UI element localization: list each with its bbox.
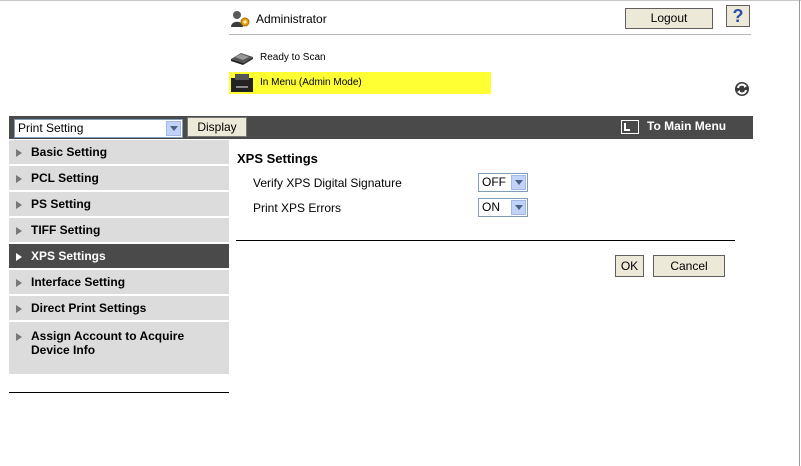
triangle-right-icon [16,253,22,261]
sidebar-item-xps-settings[interactable]: XPS Settings [9,244,229,270]
cancel-button[interactable]: Cancel [653,255,725,277]
verify-signature-value: OFF [482,175,506,189]
sidebar-item-ps-setting[interactable]: PS Setting [9,192,229,218]
verify-signature-select[interactable]: OFF [478,173,528,192]
refresh-icon[interactable] [734,81,750,97]
sidebar-item-label: PCL Setting [31,171,99,185]
logout-button[interactable]: Logout [625,8,713,29]
administrator-label: Administrator [256,12,327,26]
triangle-right-icon [16,201,22,209]
triangle-right-icon [16,279,22,287]
display-button[interactable]: Display [187,117,247,137]
sidebar-item-assign-account[interactable]: Assign Account to Acquire Device Info [9,322,229,376]
triangle-right-icon [16,175,22,183]
content-divider [236,240,735,241]
scanner-icon [231,53,253,65]
header-divider [229,34,751,35]
frame-right-border [799,0,800,466]
sidebar-item-label: PS Setting [31,197,92,211]
sidebar-item-basic-setting[interactable]: Basic Setting [9,140,229,166]
sidebar-item-label: XPS Settings [31,249,106,263]
status-mode-text: In Menu (Admin Mode) [260,77,362,88]
verify-signature-label: Verify XPS Digital Signature [253,176,402,190]
triangle-right-icon [16,333,22,341]
sidebar: Basic Setting PCL Setting PS Setting TIF… [9,140,229,376]
sidebar-item-label: Assign Account to Acquire Device Info [31,329,185,357]
mode-select-value: Print Setting [18,121,84,135]
sidebar-item-direct-print-settings[interactable]: Direct Print Settings [9,296,229,322]
help-button[interactable]: ? [726,5,750,27]
sidebar-item-label: Direct Print Settings [31,301,147,315]
main-menu-icon [621,119,639,134]
sidebar-item-label: Interface Setting [31,275,126,289]
page-title: XPS Settings [237,151,318,166]
sidebar-item-label: TIFF Setting [31,223,101,237]
to-main-menu-label: To Main Menu [647,119,727,133]
sidebar-item-label: Basic Setting [31,145,108,159]
sidebar-item-pcl-setting[interactable]: PCL Setting [9,166,229,192]
chevron-down-icon[interactable] [511,200,526,215]
sidebar-divider [9,392,229,393]
sidebar-item-interface-setting[interactable]: Interface Setting [9,270,229,296]
frame-top-border [0,0,801,1]
print-errors-label: Print XPS Errors [253,201,342,215]
triangle-right-icon [16,149,22,157]
printer-icon [231,74,253,92]
status-ready-text: Ready to Scan [260,52,326,63]
sidebar-item-tiff-setting[interactable]: TIFF Setting [9,218,229,244]
mode-select[interactable]: Print Setting [14,119,183,138]
chevron-down-icon[interactable] [511,175,526,190]
ok-button[interactable]: OK [615,255,644,277]
print-errors-value: ON [482,200,500,214]
chevron-down-icon[interactable] [166,121,181,136]
administrator-icon [231,11,250,27]
triangle-right-icon [16,305,22,313]
triangle-right-icon [16,227,22,235]
to-main-menu-link[interactable]: To Main Menu [621,119,726,134]
print-errors-select[interactable]: ON [478,198,528,217]
